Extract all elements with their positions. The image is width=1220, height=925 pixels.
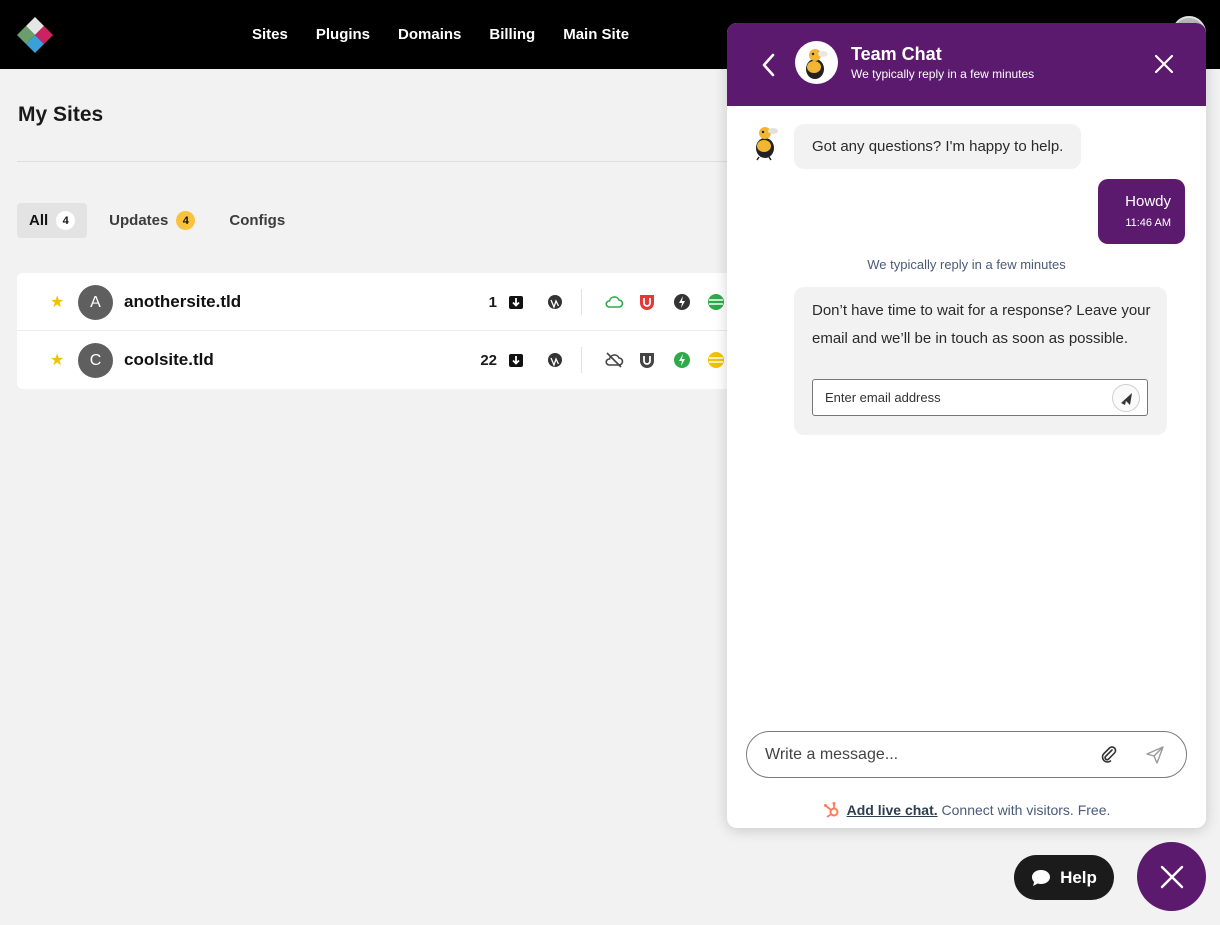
add-live-chat-link[interactable]: Add live chat. xyxy=(847,802,938,818)
chat-header: Team Chat We typically reply in a few mi… xyxy=(727,23,1206,106)
site-row[interactable]: ★ A anothersite.tld 1 xyxy=(17,273,737,331)
back-arrow-icon[interactable] xyxy=(757,51,781,79)
email-submit-button[interactable] xyxy=(1112,384,1140,412)
update-count: 22 xyxy=(480,352,497,369)
tab-configs[interactable]: Configs xyxy=(217,203,297,238)
security-shield-icon[interactable] xyxy=(638,293,656,311)
hubspot-icon xyxy=(823,802,839,818)
message-input[interactable] xyxy=(765,732,1085,777)
email-field-wrapper xyxy=(812,379,1148,416)
nav-plugins[interactable]: Plugins xyxy=(316,26,370,43)
chat-title: Team Chat xyxy=(851,44,942,64)
tab-all-label: All xyxy=(29,212,49,229)
cloud-off-icon[interactable] xyxy=(604,351,624,369)
email-field[interactable] xyxy=(813,380,1103,415)
wordpress-icon[interactable] xyxy=(546,293,564,311)
tab-updates[interactable]: Updates 4 xyxy=(97,203,207,238)
page-title: My Sites xyxy=(18,103,104,126)
nav-main-site[interactable]: Main Site xyxy=(563,26,629,43)
tab-all[interactable]: All 4 xyxy=(17,203,88,238)
user-message-text: Howdy xyxy=(1125,193,1171,210)
chat-panel: Team Chat We typically reply in a few mi… xyxy=(727,23,1206,828)
divider xyxy=(17,161,737,162)
tab-configs-label: Configs xyxy=(229,212,286,229)
help-button[interactable]: Help xyxy=(1014,855,1114,900)
status-lines-icon[interactable] xyxy=(707,351,725,369)
site-avatar: A xyxy=(78,285,113,320)
bee-mascot-icon xyxy=(756,127,778,161)
chat-footer: Add live chat. Connect with visitors. Fr… xyxy=(727,801,1206,819)
performance-bolt-icon[interactable] xyxy=(673,293,691,311)
footer-text: Connect with visitors. Free. xyxy=(937,802,1111,818)
nav-sites[interactable]: Sites xyxy=(252,26,288,43)
filter-tabs: All 4 Updates 4 Configs xyxy=(17,203,307,238)
tab-updates-label: Updates xyxy=(109,212,169,229)
close-chat-button[interactable] xyxy=(1137,842,1206,911)
site-avatar: C xyxy=(78,343,113,378)
sites-list: ★ A anothersite.tld 1 ★ C coolsite.tld 2… xyxy=(17,273,737,389)
close-icon[interactable] xyxy=(1153,53,1175,75)
nav-domains[interactable]: Domains xyxy=(398,26,461,43)
send-icon[interactable] xyxy=(1145,745,1165,765)
bee-mascot-icon xyxy=(806,49,828,79)
favorite-star-icon[interactable]: ★ xyxy=(50,350,64,370)
bot-message: Got any questions? I'm happy to help. xyxy=(794,124,1082,169)
help-label: Help xyxy=(1060,867,1097,887)
security-shield-icon[interactable] xyxy=(638,351,656,369)
row-divider xyxy=(581,289,582,315)
wordpress-icon[interactable] xyxy=(546,351,564,369)
email-capture-card: Don’t have time to wait for a response? … xyxy=(794,287,1167,435)
tab-updates-count: 4 xyxy=(176,211,196,230)
tab-all-count: 4 xyxy=(56,211,76,230)
chat-subtitle: We typically reply in a few minutes xyxy=(851,67,1035,81)
site-row[interactable]: ★ C coolsite.tld 22 xyxy=(17,331,737,389)
send-icon xyxy=(1121,393,1132,405)
team-avatar xyxy=(795,41,838,84)
message-composer xyxy=(746,731,1187,778)
chat-bubble-icon xyxy=(1032,869,1051,886)
cloud-backup-icon[interactable] xyxy=(604,293,624,311)
logo-icon[interactable] xyxy=(16,16,54,54)
site-name[interactable]: anothersite.tld xyxy=(124,292,241,312)
email-prompt: Don’t have time to wait for a response? … xyxy=(812,302,1151,347)
attachment-icon[interactable] xyxy=(1099,745,1119,765)
nav-billing[interactable]: Billing xyxy=(489,26,535,43)
status-lines-icon[interactable] xyxy=(707,293,725,311)
reply-time-note: We typically reply in a few minutes xyxy=(867,257,1066,272)
main-nav: Sites Plugins Domains Billing Main Site xyxy=(238,0,643,69)
site-name[interactable]: coolsite.tld xyxy=(124,350,214,370)
performance-bolt-icon[interactable] xyxy=(673,351,691,369)
user-message-time: 11:46 AM xyxy=(1125,217,1171,229)
row-divider xyxy=(581,347,582,373)
download-updates-icon[interactable] xyxy=(507,351,525,369)
update-count: 1 xyxy=(488,294,497,311)
user-message: Howdy 11:46 AM xyxy=(1098,179,1185,244)
close-icon xyxy=(1160,865,1183,888)
download-updates-icon[interactable] xyxy=(507,293,525,311)
favorite-star-icon[interactable]: ★ xyxy=(50,292,64,312)
